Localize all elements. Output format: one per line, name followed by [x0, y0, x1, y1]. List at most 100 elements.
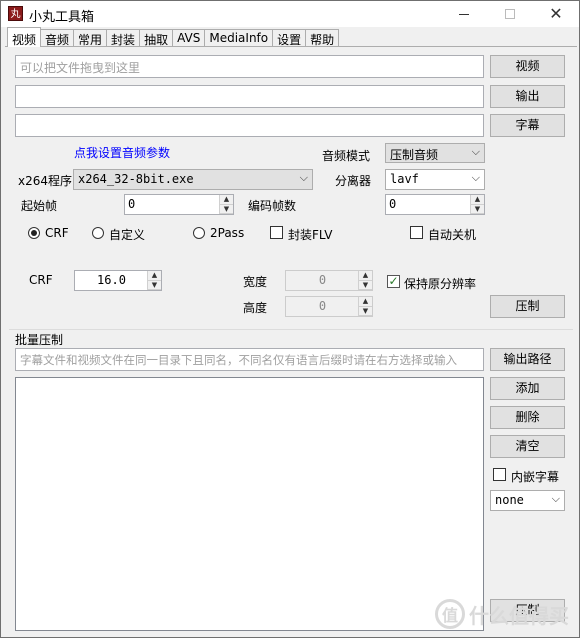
x264-value: x264_32-8bit.exe	[78, 172, 194, 186]
stepper-up-icon[interactable]: ▲	[148, 271, 161, 281]
subtitle-lang-value: none	[495, 493, 524, 507]
custom-radio-label: 自定义	[109, 228, 146, 242]
chevron-down-icon: ⌵	[551, 492, 560, 505]
minimize-icon	[459, 13, 469, 15]
watermark-logo-icon: 值	[435, 599, 465, 629]
stepper-down-icon[interactable]: ▼	[220, 204, 233, 214]
embed-subtitle-label: 内嵌字幕	[511, 470, 560, 484]
tab-extract[interactable]: 抽取	[139, 29, 174, 47]
width-value: 0	[318, 273, 327, 287]
stepper-down-icon[interactable]: ▼	[359, 306, 372, 316]
batch-section-label: 批量压制	[15, 331, 68, 348]
tab-audio[interactable]: 音频	[40, 29, 75, 47]
stepper-up-icon[interactable]: ▲	[471, 195, 484, 205]
window-title: 小丸工具箱	[29, 10, 95, 25]
stepper-buttons[interactable]: ▲ ▼	[358, 297, 372, 316]
encode-frames-stepper[interactable]: 0 ▲ ▼	[385, 194, 485, 215]
output-file-input[interactable]	[15, 85, 484, 108]
tab-avs[interactable]: AVS	[172, 29, 206, 47]
tab-settings[interactable]: 设置	[272, 29, 307, 47]
audio-mode-label: 音频模式	[322, 149, 371, 163]
height-label: 高度	[243, 301, 268, 315]
subtitle-button[interactable]: 字幕	[490, 114, 565, 137]
watermark-text: 什么值得买	[469, 603, 569, 628]
stepper-buttons[interactable]: ▲ ▼	[147, 271, 161, 290]
minimize-button[interactable]	[441, 1, 487, 27]
start-frame-stepper[interactable]: 0 ▲ ▼	[124, 194, 234, 215]
keep-resolution-label: 保持原分辨率	[404, 277, 477, 291]
stepper-up-icon[interactable]: ▲	[220, 195, 233, 205]
flv-checkbox-label: 封装FLV	[288, 228, 333, 242]
crf-stepper[interactable]: 16.0 ▲ ▼	[74, 270, 162, 291]
video-button[interactable]: 视频	[490, 55, 565, 78]
audio-settings-link[interactable]: 点我设置音频参数	[74, 144, 170, 161]
output-path-button[interactable]: 输出路径	[490, 348, 565, 371]
title-bar[interactable]: 丸 小丸工具箱 ✕	[1, 1, 579, 27]
video-tab-panel: 可以把文件拖曳到这里 视频 输出 字幕 点我设置音频参数 音频模式 压制音频 ⌵…	[5, 46, 577, 636]
close-icon: ✕	[549, 4, 563, 23]
splitter-select[interactable]: lavf ⌵	[385, 169, 485, 190]
stepper-buttons[interactable]: ▲ ▼	[470, 195, 484, 214]
crf-radio-label: CRF	[45, 226, 69, 240]
2pass-radio[interactable]	[193, 227, 205, 239]
app-logo-icon: 丸	[8, 6, 23, 21]
crf-radio[interactable]	[28, 227, 40, 239]
checkmark-icon: ✓	[388, 274, 399, 288]
stepper-down-icon[interactable]: ▼	[471, 204, 484, 214]
encode-frames-label: 编码帧数	[248, 199, 297, 213]
flv-checkbox[interactable]	[270, 226, 283, 239]
stepper-up-icon[interactable]: ▲	[359, 271, 372, 281]
tab-common[interactable]: 常用	[73, 29, 108, 47]
chevron-down-icon: ⌵	[471, 171, 480, 184]
chevron-down-icon: ⌵	[471, 145, 480, 158]
splitter-label: 分离器	[335, 174, 372, 188]
app-window: 丸 小丸工具箱 ✕ 视频 音频 常用 封装 抽取 AVS MediaInfo 设…	[0, 0, 580, 638]
height-value: 0	[318, 299, 327, 313]
subtitle-file-input[interactable]	[15, 114, 484, 137]
stepper-down-icon[interactable]: ▼	[148, 280, 161, 290]
custom-radio[interactable]	[92, 227, 104, 239]
tab-help[interactable]: 帮助	[305, 29, 340, 47]
delete-button[interactable]: 删除	[490, 406, 565, 429]
shutdown-checkbox-label: 自动关机	[428, 228, 477, 242]
width-stepper[interactable]: 0 ▲ ▼	[285, 270, 373, 291]
height-stepper[interactable]: 0 ▲ ▼	[285, 296, 373, 317]
start-frame-label: 起始帧	[21, 199, 58, 213]
maximize-button[interactable]	[487, 1, 533, 27]
stepper-buttons[interactable]: ▲ ▼	[219, 195, 233, 214]
audio-mode-select[interactable]: 压制音频 ⌵	[385, 143, 485, 163]
x264-select[interactable]: x264_32-8bit.exe ⌵	[73, 169, 313, 190]
encode-frames-value: 0	[389, 197, 397, 211]
clear-button[interactable]: 清空	[490, 435, 565, 458]
add-button[interactable]: 添加	[490, 377, 565, 400]
shutdown-checkbox[interactable]	[410, 226, 423, 239]
2pass-radio-label: 2Pass	[210, 226, 245, 240]
section-divider	[9, 329, 573, 330]
tab-mediainfo[interactable]: MediaInfo	[204, 29, 274, 47]
maximize-icon	[505, 9, 515, 19]
x264-label: x264程序	[18, 174, 73, 188]
subtitle-lang-select[interactable]: none ⌵	[490, 490, 565, 511]
output-button[interactable]: 输出	[490, 85, 565, 108]
tab-video[interactable]: 视频	[7, 27, 42, 47]
tab-bar: 视频 音频 常用 封装 抽取 AVS MediaInfo 设置 帮助	[7, 27, 340, 47]
embed-subtitle-checkbox[interactable]	[493, 468, 506, 481]
start-frame-value: 0	[128, 197, 136, 211]
keep-resolution-checkbox[interactable]: ✓	[387, 275, 400, 288]
stepper-up-icon[interactable]: ▲	[359, 297, 372, 307]
width-label: 宽度	[243, 275, 268, 289]
video-file-input[interactable]: 可以把文件拖曳到这里	[15, 55, 484, 78]
close-button[interactable]: ✕	[533, 1, 579, 27]
crf-label: CRF	[29, 273, 53, 287]
tab-mux[interactable]: 封装	[106, 29, 141, 47]
stepper-down-icon[interactable]: ▼	[359, 280, 372, 290]
crf-value: 16.0	[97, 273, 126, 287]
batch-file-list[interactable]	[15, 377, 484, 631]
stepper-buttons[interactable]: ▲ ▼	[358, 271, 372, 290]
chevron-down-icon: ⌵	[299, 171, 308, 184]
subtitle-suffix-input[interactable]: 字幕文件和视频文件在同一目录下且同名，不同名仅有语言后缀时请在右方选择或输入	[15, 348, 484, 371]
audio-mode-value: 压制音频	[390, 148, 439, 162]
encode-button[interactable]: 压制	[490, 295, 565, 318]
splitter-value: lavf	[390, 172, 419, 186]
watermark: 值 什么值得买	[435, 599, 569, 629]
